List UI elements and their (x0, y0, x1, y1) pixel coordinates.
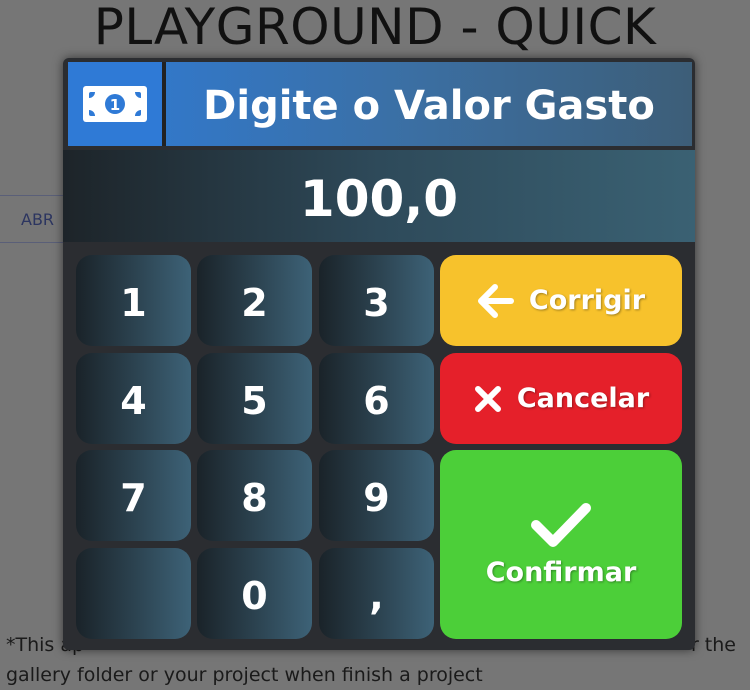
key-0[interactable]: 0 (197, 548, 312, 639)
key-2[interactable]: 2 (197, 255, 312, 346)
money-icon-box: 1 (68, 62, 166, 146)
dialog-header: 1 Digite o Valor Gasto (68, 62, 692, 146)
correct-button[interactable]: Corrigir (440, 255, 682, 346)
key-1[interactable]: 1 (76, 255, 191, 346)
key-7[interactable]: 7 (76, 450, 191, 541)
footnote-text-right: r the (690, 634, 736, 656)
checkmark-icon (531, 503, 591, 547)
key-comma[interactable]: , (319, 548, 434, 639)
key-4[interactable]: 4 (76, 353, 191, 444)
value-entry-dialog: 1 Digite o Valor Gasto 100,0 1 2 3 4 5 6… (63, 58, 695, 650)
key-3[interactable]: 3 (319, 255, 434, 346)
confirm-button-label: Confirmar (485, 557, 637, 588)
close-icon (474, 385, 501, 412)
dialog-title: Digite o Valor Gasto (203, 83, 655, 129)
key-5[interactable]: 5 (197, 353, 312, 444)
value-display: 100,0 (63, 150, 695, 242)
display-value: 100,0 (299, 170, 459, 228)
key-blank[interactable] (76, 548, 191, 639)
page-title: PLAYGROUND - QUICK (93, 0, 657, 56)
key-6[interactable]: 6 (319, 353, 434, 444)
arrow-left-icon (477, 283, 514, 318)
confirm-button[interactable]: Confirmar (440, 450, 682, 639)
svg-text:1: 1 (110, 96, 120, 114)
cancel-button[interactable]: Cancelar (440, 353, 682, 444)
key-9[interactable]: 9 (319, 450, 434, 541)
cancel-button-label: Cancelar (516, 383, 650, 414)
footnote-text-line2: gallery folder or your project when fini… (6, 664, 483, 686)
money-bill-icon: 1 (83, 86, 147, 122)
key-8[interactable]: 8 (197, 450, 312, 541)
correct-button-label: Corrigir (528, 285, 646, 316)
